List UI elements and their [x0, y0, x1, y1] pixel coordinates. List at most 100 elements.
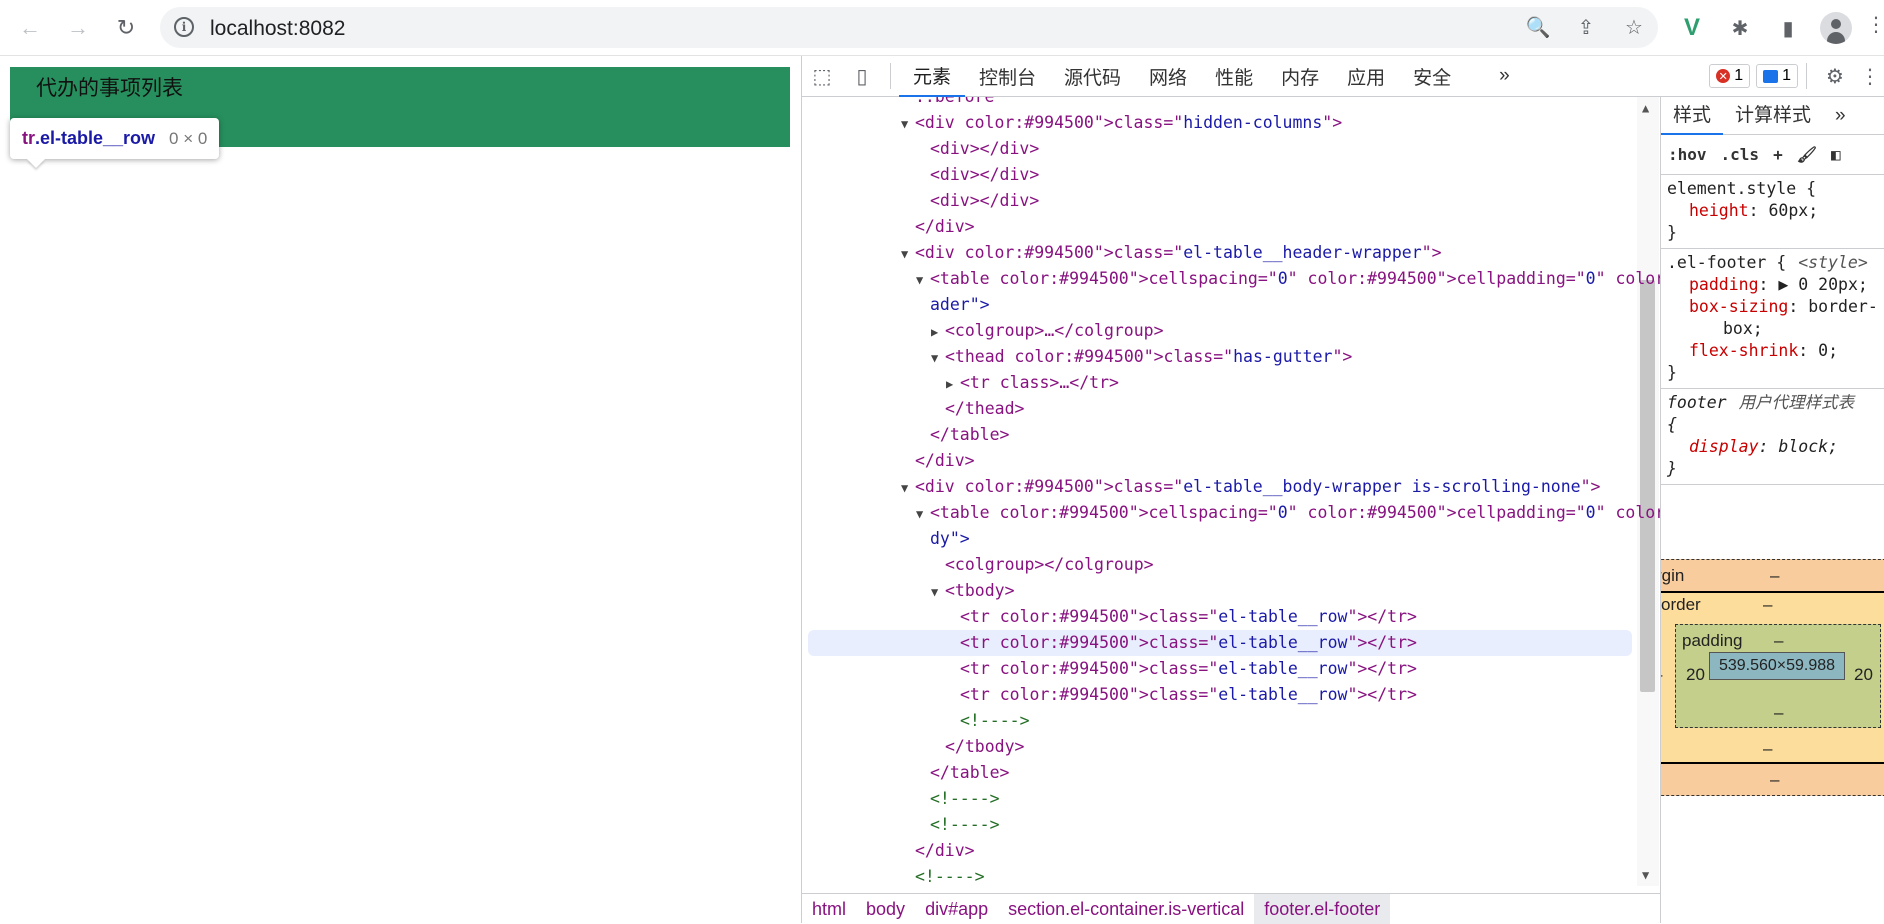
dom-node[interactable]: </tbody>: [802, 734, 1632, 760]
dom-node[interactable]: ▼ <div color:#994500">class="el-table__bo…: [802, 474, 1632, 500]
dom-node[interactable]: ▼ <div color:#994500">class="hidden-colum…: [802, 110, 1632, 136]
tab-network[interactable]: 网络: [1135, 56, 1201, 97]
dom-node[interactable]: ader">: [802, 292, 1632, 318]
tab-performance[interactable]: 性能: [1201, 56, 1267, 97]
dom-node[interactable]: </thead>: [802, 396, 1632, 422]
hover-state-toggle[interactable]: :hov: [1661, 145, 1714, 164]
collapse-triangle-icon[interactable]: ▼: [931, 579, 945, 605]
dom-node[interactable]: </table>: [802, 760, 1632, 786]
tab-sources[interactable]: 源代码: [1050, 56, 1135, 97]
syntax-token: color:#994500: [964, 113, 1094, 132]
dom-node[interactable]: </div>: [802, 214, 1632, 240]
dom-node[interactable]: ▶ <colgroup>…</colgroup>: [802, 318, 1632, 344]
class-toggle[interactable]: .cls: [1714, 145, 1767, 164]
tab-computed[interactable]: 计算样式: [1723, 97, 1823, 135]
breadcrumb-section[interactable]: section.el-container.is-vertical: [998, 894, 1254, 924]
reload-icon[interactable]: ↻: [110, 12, 142, 44]
scroll-up-icon[interactable]: ▲: [1642, 101, 1649, 115]
tab-memory[interactable]: 内存: [1267, 56, 1333, 97]
dom-node-text: <table color:#994500">cellspacing="0" co…: [930, 269, 1660, 288]
css-property[interactable]: padding: ▶ 0 20px;: [1667, 274, 1879, 296]
syntax-token: el-table__row: [1218, 607, 1348, 626]
dom-node[interactable]: </table>: [802, 422, 1632, 448]
dom-node[interactable]: <tr color:#994500">class="el-table__row"…: [802, 682, 1632, 708]
dom-node[interactable]: <tr color:#994500">class="el-table__row"…: [802, 656, 1632, 682]
rule-source[interactable]: <style>: [1798, 253, 1868, 272]
dom-node-selected[interactable]: <tr color:#994500">class="el-table__row"…: [808, 630, 1632, 656]
dom-node[interactable]: <div></div>: [802, 162, 1632, 188]
breadcrumb-app[interactable]: div#app: [915, 894, 998, 924]
expand-triangle-icon[interactable]: ▶: [931, 319, 945, 345]
dom-node[interactable]: ▼ <tbody>: [802, 578, 1632, 604]
dom-node-text: </table>: [930, 763, 1010, 782]
scroll-down-icon[interactable]: ▼: [1642, 868, 1649, 882]
dom-node[interactable]: <colgroup></colgroup>: [802, 552, 1632, 578]
dom-node[interactable]: <!---->: [802, 864, 1632, 886]
css-property[interactable]: height: 60px;: [1667, 200, 1879, 222]
dom-node[interactable]: ::before: [802, 97, 1632, 110]
extensions-puzzle-icon[interactable]: ✱: [1724, 12, 1756, 44]
dom-node[interactable]: ▼ <div color:#994500">class="el-table__he…: [802, 240, 1632, 266]
collapse-triangle-icon[interactable]: ▼: [916, 501, 930, 527]
css-property[interactable]: box-sizing: border-: [1667, 296, 1879, 318]
tab-console[interactable]: 控制台: [965, 56, 1050, 97]
collapse-triangle-icon[interactable]: ▼: [931, 345, 945, 371]
share-icon[interactable]: ⇪: [1562, 15, 1610, 40]
dom-node[interactable]: <tr color:#994500">class="el-table__row"…: [802, 604, 1632, 630]
settings-gear-icon[interactable]: ⚙: [1815, 56, 1855, 97]
errors-badge[interactable]: ✕ 1: [1709, 64, 1751, 88]
dom-node-text: <div color:#994500">class="hidden-column…: [915, 113, 1343, 132]
paint-brush-icon[interactable]: 🖌: [1790, 145, 1824, 164]
breadcrumb-footer[interactable]: footer.el-footer: [1254, 893, 1391, 924]
breadcrumb-html[interactable]: html: [802, 894, 856, 924]
device-toolbar-icon[interactable]: ▯: [842, 56, 882, 97]
expand-triangle-icon[interactable]: ▶: [946, 371, 960, 397]
collapse-triangle-icon[interactable]: ▼: [916, 267, 930, 293]
dom-node[interactable]: <div></div>: [802, 188, 1632, 214]
side-panel-icon[interactable]: ▮: [1772, 12, 1804, 44]
rule-close: }: [1667, 363, 1677, 382]
tab-styles[interactable]: 样式: [1661, 97, 1724, 135]
dom-node[interactable]: ▶ <tr class>…</tr>: [802, 370, 1632, 396]
tab-application[interactable]: 应用: [1333, 56, 1399, 97]
vue-devtools-icon[interactable]: V: [1676, 12, 1708, 44]
box-model-content[interactable]: 539.560×59.988: [1709, 652, 1845, 680]
inspect-tooltip: tr .el-table__row 0 × 0: [10, 118, 220, 159]
back-arrow-icon[interactable]: ←: [14, 12, 46, 44]
dom-node-text: <!---->: [930, 815, 1000, 834]
dom-node[interactable]: <!---->: [802, 708, 1632, 734]
tab-elements[interactable]: 元素: [899, 56, 966, 97]
tab-security[interactable]: 安全: [1399, 56, 1465, 97]
new-rule-icon[interactable]: +: [1766, 145, 1790, 164]
dom-node[interactable]: ▼ <thead color:#994500">class="has-gutter…: [802, 344, 1632, 370]
url-text[interactable]: localhost:8082: [210, 17, 345, 41]
address-bar[interactable]: i localhost:8082 🔍 ⇪ ☆: [160, 7, 1658, 48]
profile-avatar-icon[interactable]: [1820, 12, 1852, 44]
scrollbar-thumb[interactable]: [1640, 280, 1655, 692]
forward-arrow-icon[interactable]: →: [62, 12, 94, 44]
kebab-menu-icon[interactable]: ⋮: [1866, 12, 1884, 37]
more-style-tabs-icon[interactable]: »: [1823, 97, 1858, 135]
dom-node[interactable]: ▼ <table color:#994500">cellspacing="0" c…: [802, 266, 1660, 293]
site-info-icon[interactable]: i: [174, 17, 194, 37]
collapse-triangle-icon[interactable]: ▼: [901, 475, 915, 501]
messages-badge[interactable]: 1: [1756, 64, 1798, 88]
dom-node[interactable]: ▼ <table color:#994500">cellspacing="0" c…: [802, 500, 1660, 527]
collapse-triangle-icon[interactable]: ▼: [901, 111, 915, 137]
dom-node[interactable]: <!---->: [802, 812, 1632, 838]
dom-node[interactable]: </div>: [802, 838, 1632, 864]
elements-scrollbar[interactable]: ▲ ▼: [1637, 97, 1659, 886]
breadcrumb-body[interactable]: body: [856, 894, 915, 924]
devtools-menu-icon[interactable]: ⋮: [1855, 56, 1884, 97]
toggle-sidebar-icon[interactable]: ◧: [1824, 145, 1848, 164]
css-property[interactable]: flex-shrink: 0;: [1667, 340, 1879, 362]
dom-node[interactable]: </div>: [802, 448, 1632, 474]
collapse-triangle-icon[interactable]: ▼: [901, 241, 915, 267]
bookmark-star-icon[interactable]: ☆: [1610, 15, 1658, 40]
dom-node[interactable]: dy">: [802, 526, 1632, 552]
dom-node[interactable]: <div></div>: [802, 136, 1632, 162]
zoom-icon[interactable]: 🔍: [1514, 15, 1562, 40]
more-tabs-icon[interactable]: »: [1485, 56, 1524, 97]
inspect-element-icon[interactable]: ⬚: [802, 56, 842, 97]
dom-node[interactable]: <!---->: [802, 786, 1632, 812]
